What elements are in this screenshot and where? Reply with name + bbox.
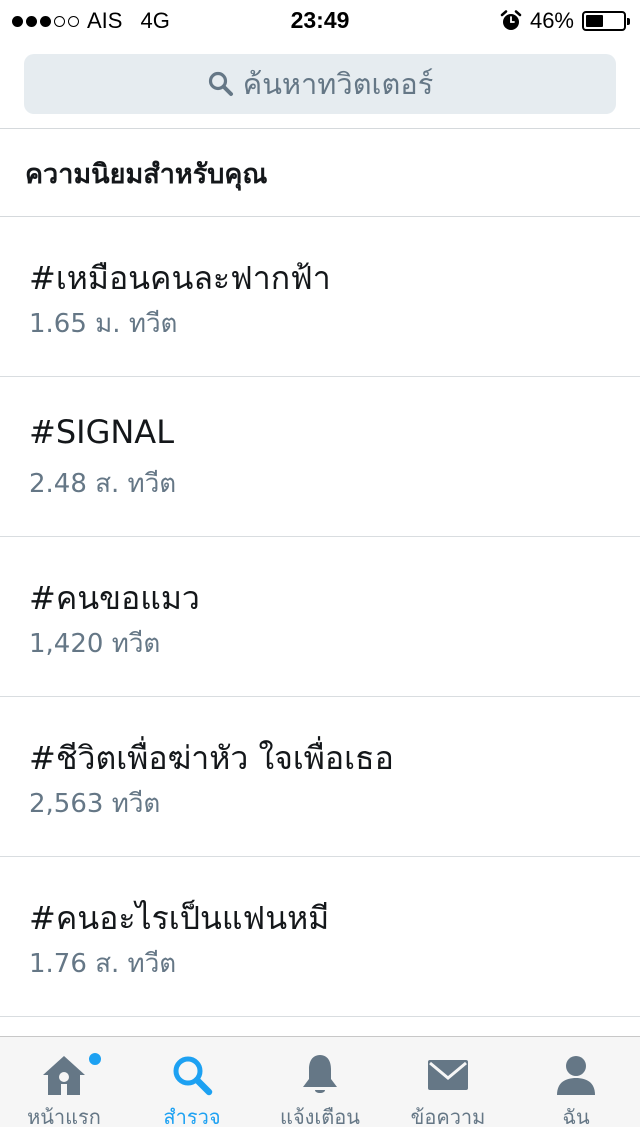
trend-item[interactable]: #SIGNAL 2.48 ส. ทวีต [0,377,640,537]
trend-item[interactable]: #คนอะไรเป็นแฟนหมี 1.76 ส. ทวีต [0,857,640,1017]
search-bar[interactable]: ค้นหาทวิตเตอร์ [24,54,616,114]
person-icon [557,1056,595,1095]
trend-tweet-count: 2,563 ทวีต [29,789,161,819]
tab-me-label: ฉัน [562,1105,590,1129]
home-icon [43,1056,85,1095]
battery-level-fill [586,15,603,27]
status-right: 46% [500,8,630,34]
bell-icon [303,1055,337,1093]
trend-tweet-count: 1.76 ส. ทวีต [29,949,177,979]
tab-messages-label: ข้อความ [410,1105,486,1129]
search-icon [173,1056,213,1096]
battery-icon [582,11,630,31]
alarm-icon [500,10,522,30]
battery-percent: 46% [529,8,574,33]
tab-notifications[interactable]: แจ้งเตือน [256,1037,384,1129]
tab-explore[interactable]: สำรวจ [128,1037,256,1129]
envelope-icon [428,1060,468,1090]
trend-tweet-count: 2.48 ส. ทวีต [29,469,177,499]
trend-tweet-count: 1.65 ม. ทวีต [29,309,178,339]
trend-name: #SIGNAL [29,413,175,451]
section-title: ความนิยมสำหรับคุณ [25,159,268,190]
tab-me[interactable]: ฉัน [512,1037,640,1129]
trend-name: #คนอะไรเป็นแฟนหมี [29,899,330,937]
trend-name: #ชีวิตเพื่อฆ่าหัว ใจเพื่อเธอ [29,739,394,777]
tab-home-label: หน้าแรก [27,1105,101,1129]
tab-bar: หน้าแรก สำรวจ แจ้งเตือน ข้อความ ฉัน [0,1036,640,1129]
trend-item[interactable]: #คนขอแมว 1,420 ทวีต [0,537,640,697]
search-icon [208,71,233,96]
trend-name: #เหมือนคนละฟากฟ้า [29,259,331,297]
status-bar: AIS 4G 23:49 46% [0,0,640,40]
tab-explore-label: สำรวจ [163,1105,221,1129]
trend-tweet-count: 1,420 ทวีต [29,629,161,659]
search-placeholder: ค้นหาทวิตเตอร์ [242,67,434,101]
trend-name: #คนขอแมว [29,579,200,617]
header-divider [0,128,640,129]
tab-messages[interactable]: ข้อความ [384,1037,512,1129]
tab-notifications-label: แจ้งเตือน [280,1105,360,1129]
trend-item[interactable]: #เหมือนคนละฟากฟ้า 1.65 ม. ทวีต [0,217,640,377]
trend-item[interactable]: #ชีวิตเพื่อฆ่าหัว ใจเพื่อเธอ 2,563 ทวีต [0,697,640,857]
notification-dot [87,1051,103,1067]
tab-home[interactable]: หน้าแรก [0,1037,128,1129]
